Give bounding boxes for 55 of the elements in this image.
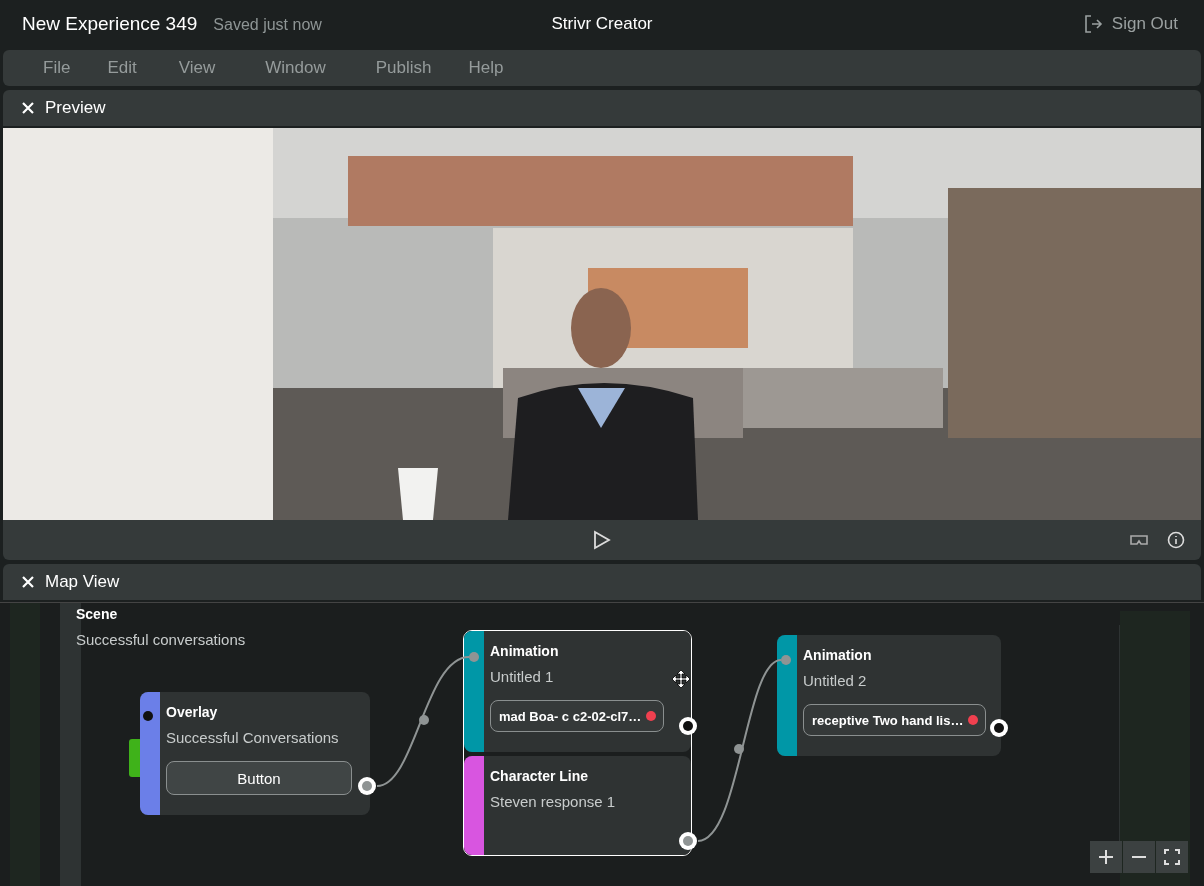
menu-item[interactable]: Edit bbox=[107, 58, 137, 78]
output-port[interactable] bbox=[990, 719, 1008, 737]
output-port[interactable] bbox=[358, 777, 376, 795]
output-port[interactable] bbox=[679, 717, 697, 735]
fullscreen-icon bbox=[1164, 849, 1180, 865]
input-port[interactable] bbox=[469, 652, 479, 662]
overlay-button[interactable]: Button bbox=[166, 761, 352, 795]
panel-title: Map View bbox=[45, 572, 120, 592]
connection-handle[interactable] bbox=[419, 715, 429, 725]
menu-item[interactable]: File bbox=[43, 58, 71, 78]
minus-icon bbox=[1131, 856, 1147, 858]
clip-name: receptive Two hand lis… bbox=[812, 712, 964, 728]
node-card[interactable]: Character Line Steven response 1 bbox=[464, 756, 691, 855]
close-icon[interactable] bbox=[22, 102, 34, 114]
scene-label: Scene bbox=[76, 606, 118, 622]
node-group[interactable]: Animation Untitled 1 mad Boa- c c2-02-cl7… Character Line Steven response 1 bbox=[463, 630, 692, 856]
input-port[interactable] bbox=[781, 655, 791, 665]
node-name: Successful Conversations bbox=[166, 729, 340, 746]
node-tab[interactable] bbox=[129, 739, 141, 777]
zoom-in-button[interactable] bbox=[1090, 841, 1122, 873]
app-name: Strivr Creator bbox=[551, 14, 653, 34]
plus-icon bbox=[1098, 849, 1114, 865]
move-cursor-icon bbox=[671, 669, 691, 689]
zoom-out-button[interactable] bbox=[1123, 841, 1155, 873]
clip-chip[interactable]: mad Boa- c c2-02-cl7… bbox=[490, 700, 665, 732]
node-name: Untitled 1 bbox=[490, 668, 555, 685]
node-type: Character Line bbox=[490, 768, 590, 784]
node-card[interactable]: Animation Untitled 2 receptive Two hand lis… bbox=[777, 635, 1001, 756]
menu-item[interactable]: View bbox=[178, 58, 216, 78]
vr-headset-icon[interactable] bbox=[1129, 533, 1149, 547]
node-type: Animation bbox=[490, 643, 560, 659]
experience-title: New Experience 349 bbox=[22, 13, 198, 35]
scene-name: Successful conversations bbox=[76, 631, 246, 648]
panel-title: Preview bbox=[45, 98, 106, 118]
node-card[interactable]: Overlay Successful Conversations Button bbox=[140, 692, 370, 815]
menu-item[interactable]: Publish bbox=[375, 58, 432, 78]
close-icon[interactable] bbox=[22, 576, 34, 588]
node-card[interactable]: Animation Untitled 1 mad Boa- c c2-02-cl7… bbox=[464, 631, 691, 752]
clip-name: mad Boa- c c2-02-cl7… bbox=[499, 708, 642, 724]
connection-handle[interactable] bbox=[734, 744, 744, 754]
menu-item[interactable]: Window bbox=[265, 58, 326, 78]
input-port[interactable] bbox=[143, 711, 153, 721]
sign-out-button[interactable]: Sign Out bbox=[1082, 14, 1178, 34]
menu-item[interactable]: Help bbox=[468, 58, 504, 78]
sign-out-icon bbox=[1082, 14, 1103, 34]
fullscreen-button[interactable] bbox=[1156, 841, 1188, 873]
node-name: Untitled 2 bbox=[803, 672, 868, 689]
play-icon[interactable] bbox=[593, 530, 611, 550]
info-icon[interactable] bbox=[1167, 531, 1185, 549]
node-type: Overlay bbox=[166, 704, 219, 720]
output-port[interactable] bbox=[679, 832, 697, 850]
node-name: Steven response 1 bbox=[490, 793, 617, 810]
node-type: Animation bbox=[803, 647, 873, 663]
save-status: Saved just now bbox=[213, 16, 322, 34]
clip-chip[interactable]: receptive Two hand lis… bbox=[803, 704, 987, 736]
